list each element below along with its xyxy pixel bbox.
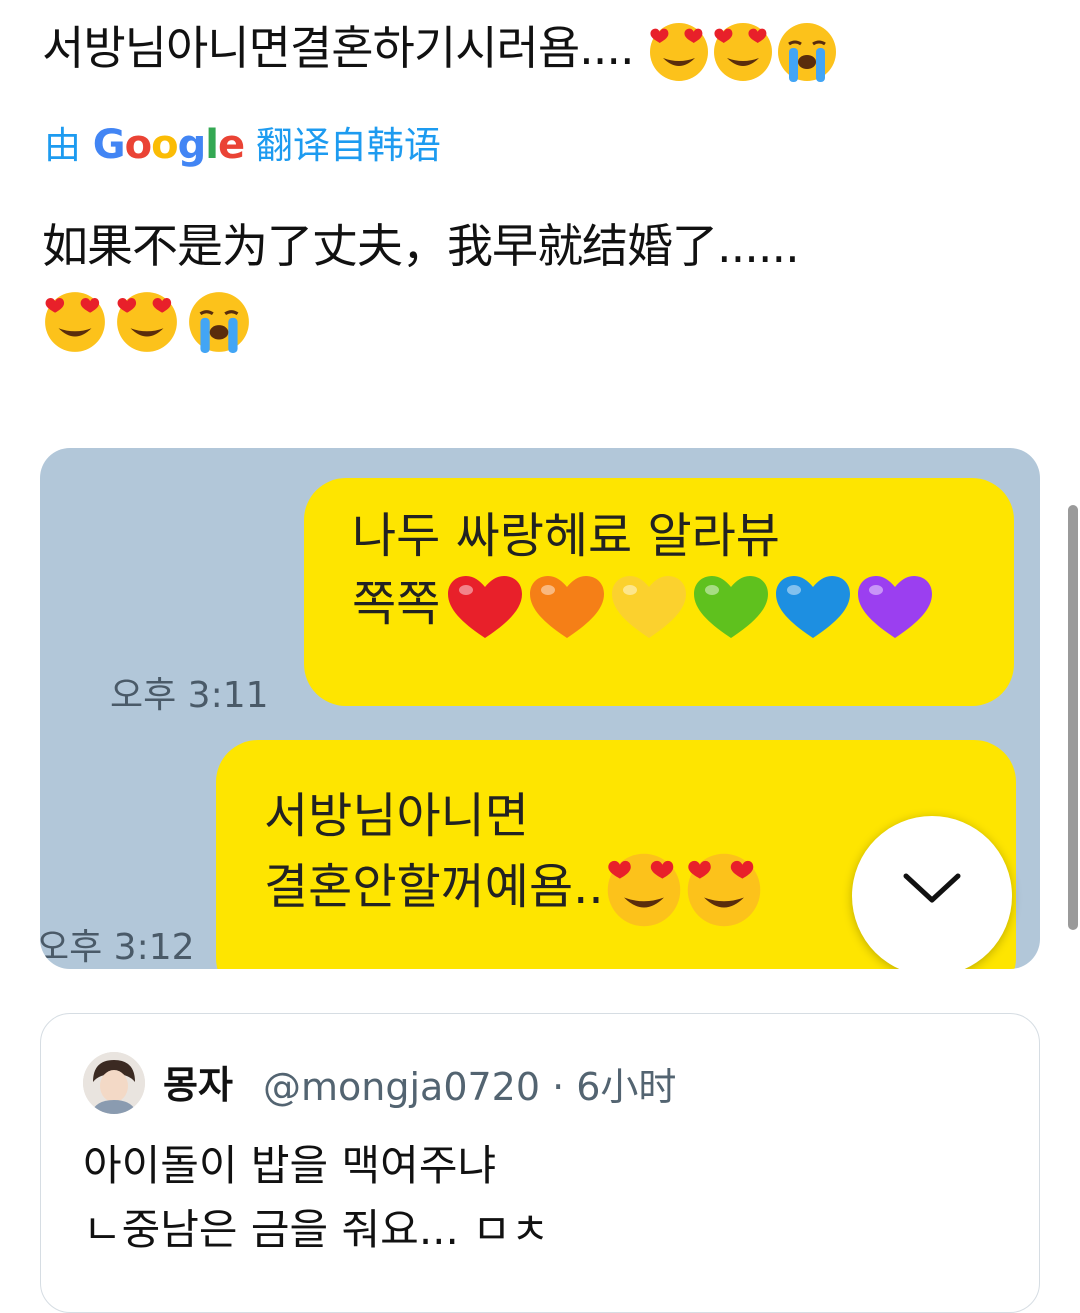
heart-icon	[690, 572, 772, 642]
heart-eyes-icon	[684, 850, 764, 930]
translated-suffix: 翻译自韩语	[255, 124, 441, 167]
quote-author-handle[interactable]: @mongja0720 · 6小时	[263, 1056, 676, 1111]
avatar[interactable]	[83, 1052, 145, 1114]
heart-eyes-icon	[711, 20, 775, 84]
scroll-down-button[interactable]	[852, 816, 1012, 969]
crying-icon	[186, 289, 252, 355]
heart-icon	[526, 572, 608, 642]
heart-eyes-icon	[42, 289, 108, 355]
message-text: 쪽쪽	[352, 576, 441, 632]
chat-screenshot-image[interactable]: 나두 싸랑헤료 알라뷰 쪽쪽 오후 3:11 서방님아니면 결혼안할꺼예욤.. …	[40, 448, 1040, 969]
translation-body: 如果不是为了丈夫，我早就结婚了......	[42, 219, 800, 273]
message-text: 결혼안할꺼예욤..	[264, 859, 604, 915]
chat-bubble: 나두 싸랑헤료 알라뷰 쪽쪽	[304, 478, 1014, 706]
heart-icon	[772, 572, 854, 642]
heart-icon	[444, 572, 526, 642]
heart-icon	[608, 572, 690, 642]
quote-line: 아이돌이 밥을 맥여주냐	[83, 1141, 497, 1190]
heart-icon	[854, 572, 936, 642]
heart-eyes-icon	[114, 289, 180, 355]
crying-icon	[775, 20, 839, 84]
quote-author-name[interactable]: 몽자	[163, 1054, 233, 1109]
message-line: 쪽쪽	[352, 570, 974, 642]
heart-eyes-icon	[647, 20, 711, 84]
quote-body: 아이돌이 밥을 맥여주냐 ㄴ중남은 금을 줘요... ㅁㅊ	[83, 1134, 550, 1262]
quote-line: ㄴ중남은 금을 줘요... ㅁㅊ	[83, 1205, 550, 1254]
translated-prefix: 由	[44, 124, 81, 167]
rainbow-hearts	[444, 572, 936, 642]
message-line: 나두 싸랑헤료 알라뷰	[352, 508, 780, 564]
tweet-body: 서방님아니면결혼하기시러욤....	[42, 21, 635, 75]
heart-eyes-icon	[604, 850, 684, 930]
translated-by-google-link[interactable]: 由 Google 翻译自韩语	[44, 120, 441, 171]
message-line: 서방님아니면	[264, 788, 529, 844]
translated-text: 如果不是为了丈夫，我早就结婚了......	[42, 210, 1042, 355]
google-logo: Google	[92, 122, 245, 168]
message-time: 오후 3:11	[110, 675, 269, 716]
quoted-tweet[interactable]: 몽자 @mongja0720 · 6小时 아이돌이 밥을 맥여주냐 ㄴ중남은 금…	[40, 1013, 1040, 1313]
scrollbar[interactable]	[1068, 505, 1078, 930]
chevron-down-icon	[903, 873, 961, 903]
tweet-text: 서방님아니면결혼하기시러욤....	[42, 18, 839, 84]
message-time: 오후 3:12	[40, 927, 195, 968]
